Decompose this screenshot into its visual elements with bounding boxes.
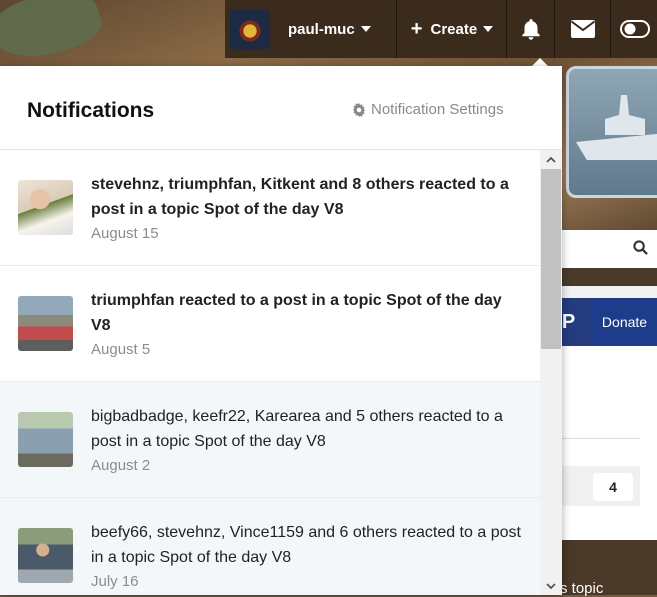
envelope-icon <box>570 20 596 38</box>
search-icon[interactable] <box>633 240 648 260</box>
sidebar-divider <box>560 438 640 439</box>
avatar[interactable] <box>18 528 73 583</box>
notifications-header: Notifications Notification Settings <box>0 66 562 150</box>
username-label[interactable]: paul-muc <box>288 21 355 38</box>
toggle-icon <box>619 20 650 38</box>
avatar[interactable] <box>18 296 73 351</box>
messages-button[interactable] <box>556 0 610 58</box>
notification-item[interactable]: stevehnz, triumphfan, Kitkent and 8 othe… <box>0 150 540 266</box>
donate-button[interactable]: Donate <box>592 298 657 346</box>
notification-date: August 5 <box>91 341 151 358</box>
notification-text[interactable]: beefy66, stevehnz, Vince1159 and 6 other… <box>91 520 523 570</box>
caret-down-icon <box>483 26 494 32</box>
notifications-list: stevehnz, triumphfan, Kitkent and 8 othe… <box>0 150 540 595</box>
caret-down-icon[interactable] <box>360 26 371 32</box>
avatar[interactable] <box>18 412 73 467</box>
stat-count-badge: 4 <box>593 473 633 501</box>
notification-item[interactable]: triumphfan reacted to a post in a topic … <box>0 266 540 382</box>
plus-icon: + <box>410 17 423 40</box>
gear-icon <box>352 102 366 117</box>
notification-settings-label[interactable]: Notification Settings <box>371 101 504 118</box>
notifications-title: Notifications <box>27 99 155 122</box>
notifications-dropdown: Notifications Notification Settings stev… <box>0 66 562 595</box>
notification-item[interactable]: beefy66, stevehnz, Vince1159 and 6 other… <box>0 498 540 595</box>
nav-divider <box>554 0 555 58</box>
create-label: Create <box>430 20 478 38</box>
nav-divider <box>506 0 507 58</box>
scrollbar-thumb[interactable] <box>541 169 561 349</box>
user-avatar[interactable] <box>230 9 270 49</box>
notifications-scrollbar[interactable] <box>540 150 562 595</box>
user-menu-button[interactable]: paul-muc <box>230 6 371 52</box>
notification-settings-link[interactable]: Notification Settings <box>352 101 504 118</box>
notification-item[interactable]: bigbadbadge, keefr22, Karearea and 5 oth… <box>0 382 540 498</box>
notification-text[interactable]: triumphfan reacted to a post in a topic … <box>91 288 523 338</box>
chevron-down-icon[interactable] <box>540 577 562 595</box>
chevron-up-icon[interactable] <box>540 150 562 168</box>
bell-icon <box>522 19 540 40</box>
notifications-button[interactable] <box>508 0 554 58</box>
avatar[interactable] <box>18 180 73 235</box>
nav-divider <box>396 0 397 58</box>
sidebar-footer-text: s topic <box>560 580 604 597</box>
notification-text[interactable]: bigbadbadge, keefr22, Karearea and 5 oth… <box>91 404 523 454</box>
notification-date: July 16 <box>91 573 139 590</box>
notification-date: August 2 <box>91 457 151 474</box>
create-button[interactable]: + Create <box>398 0 506 58</box>
nav-divider <box>610 0 611 58</box>
notification-date: August 15 <box>91 225 159 242</box>
theme-toggle-button[interactable] <box>612 0 657 58</box>
notification-text[interactable]: stevehnz, triumphfan, Kitkent and 8 othe… <box>91 172 523 222</box>
